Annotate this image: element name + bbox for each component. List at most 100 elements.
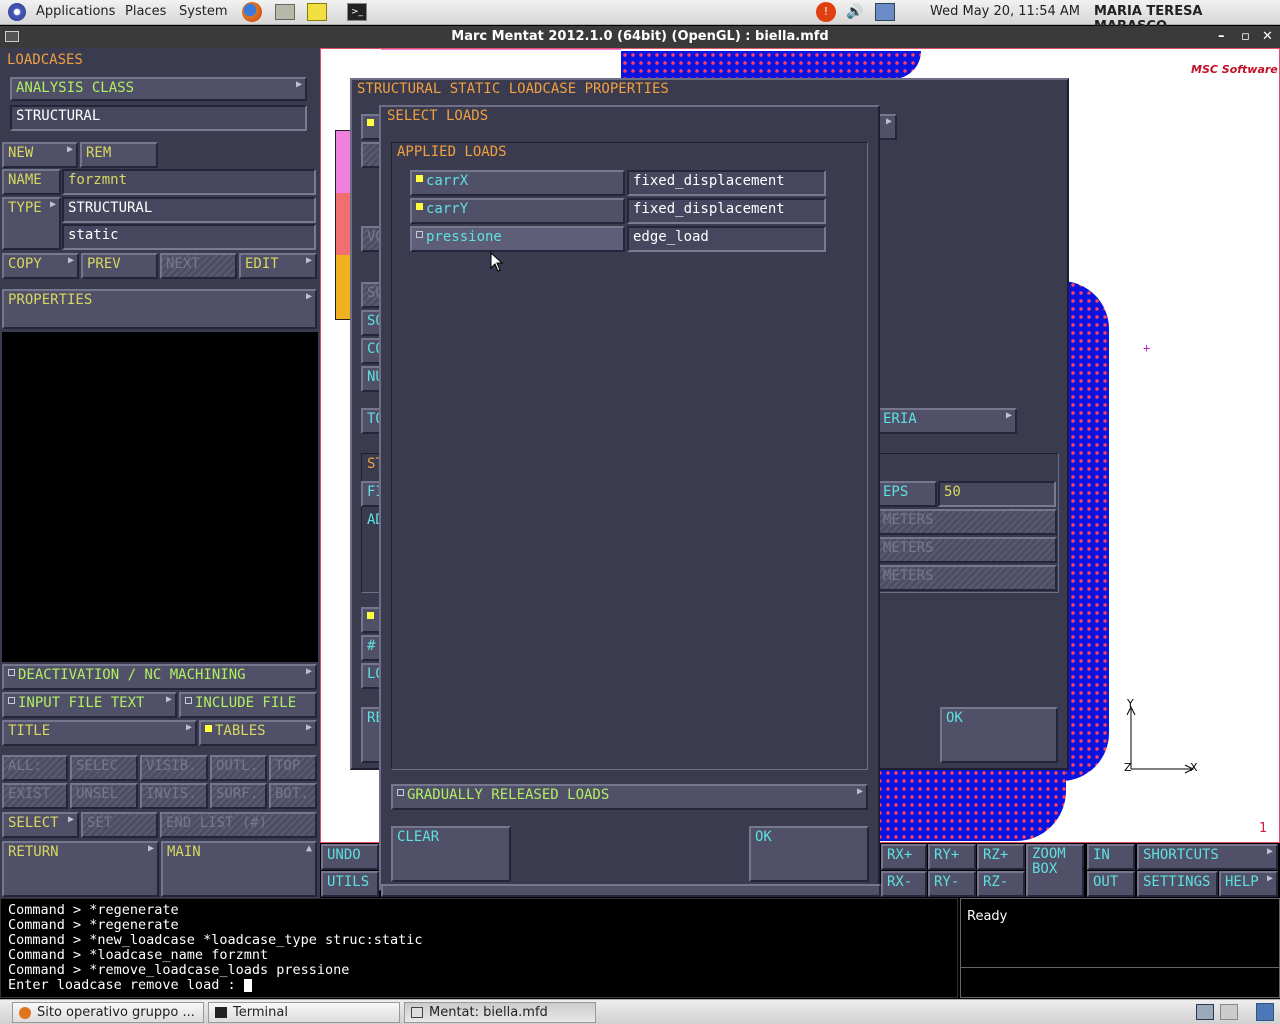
return-button[interactable]: RETURN ▶ — [2, 841, 159, 897]
properties-button[interactable]: PROPERTIES ▶ — [2, 289, 317, 329]
edit-button[interactable]: EDIT ▶ — [239, 253, 317, 279]
rotate-x-minus-button[interactable]: RX- — [881, 871, 927, 897]
zoom-in-button[interactable]: IN — [1087, 844, 1135, 870]
rotate-y-minus-button[interactable]: RY- — [928, 871, 976, 897]
end-list-button[interactable]: END LIST (#) — [160, 812, 317, 838]
window-titlebar[interactable]: Marc Mentat 2012.1.0 (64bit) (OpenGL) : … — [0, 26, 1280, 48]
volume-icon[interactable]: 🔊 — [846, 4, 863, 20]
bg-steps-button[interactable]: EPS — [877, 481, 937, 507]
taskbar-item-label: Sito operativo gruppo ... — [37, 1005, 195, 1020]
gnome-foot-icon[interactable] — [8, 3, 26, 21]
load-toggle-carrx[interactable]: carrX — [410, 170, 625, 196]
window-menu-icon[interactable] — [5, 31, 19, 42]
applications-menu[interactable]: Applications — [36, 4, 115, 19]
command-line: Command > *regenerate — [8, 917, 179, 933]
submenu-arrow-icon: ▶ — [49, 199, 56, 210]
taskbar-item-mentat[interactable]: Mentat: biella.mfd — [404, 1002, 596, 1023]
bg-ok-button[interactable]: OK — [940, 707, 1058, 763]
sel-top-button[interactable]: TOP — [269, 755, 317, 781]
network-icon[interactable] — [875, 3, 895, 21]
bg-parameters-button-3[interactable]: METERS — [877, 565, 1057, 591]
main-button[interactable]: MAIN ▲ — [161, 841, 317, 897]
bg-submenu-button[interactable]: ▶ — [877, 114, 897, 140]
sel-bot-button[interactable]: BOT. — [269, 783, 317, 809]
text-editor-icon[interactable] — [307, 3, 327, 21]
new-button[interactable]: NEW ▶ — [2, 142, 78, 168]
select-loads-dialog: SELECT LOADS APPLIED LOADS carrX fixed_d… — [379, 105, 880, 891]
command-prompt[interactable]: Enter loadcase remove load : — [8, 978, 950, 993]
maximize-icon[interactable]: ▫ — [1241, 26, 1250, 48]
include-file-button[interactable]: INCLUDE FILE — [179, 692, 317, 718]
next-button[interactable]: NEXT — [160, 253, 237, 279]
sel-all-button[interactable]: ALL: — [2, 755, 68, 781]
sel-outl-button[interactable]: OUTL. — [210, 755, 267, 781]
tables-button[interactable]: TABLES ▶ — [199, 720, 317, 746]
clear-button[interactable]: CLEAR — [391, 826, 511, 882]
bg-steps-field[interactable]: 50 — [938, 481, 1056, 507]
sel-surf-button[interactable]: SURF. — [210, 783, 267, 809]
sel-invis-button[interactable]: INVIS. — [140, 783, 208, 809]
rotate-y-plus-button[interactable]: RY+ — [928, 844, 976, 870]
shortcuts-button[interactable]: SHORTCUTS ▶ — [1137, 844, 1278, 870]
load-toggle-carry[interactable]: carrY — [410, 198, 625, 224]
name-button[interactable]: NAME — [2, 169, 61, 195]
load-toggle-pressione[interactable]: pressione — [410, 226, 625, 252]
update-notifier-icon[interactable]: ! — [816, 2, 836, 22]
submenu-arrow-icon: ▶ — [305, 722, 312, 733]
load-type-carrx: fixed_displacement — [627, 170, 826, 196]
ok-button[interactable]: OK — [749, 826, 869, 882]
prev-button[interactable]: PREV — [81, 253, 158, 279]
trash-icon[interactable] — [1256, 1003, 1274, 1021]
zoom-box-button[interactable]: ZOOM BOX — [1026, 844, 1084, 897]
sel-exist-button[interactable]: EXIST — [2, 783, 68, 809]
gradually-released-loads-button[interactable]: GRADUALLY RELEASED LOADS ▶ — [391, 784, 868, 810]
utils-button[interactable]: UTILS — [321, 871, 379, 897]
rotate-z-plus-button[interactable]: RZ+ — [977, 844, 1025, 870]
submenu-arrow-icon: ▶ — [165, 694, 172, 705]
axis-x-label: X — [1190, 761, 1198, 774]
zoom-out-button[interactable]: OUT — [1087, 871, 1135, 897]
sel-visib-button[interactable]: VISIB. — [140, 755, 208, 781]
checkbox-icon — [8, 668, 15, 676]
taskbar-item-terminal[interactable]: Terminal — [208, 1002, 400, 1023]
bg-parameters-button-1[interactable]: METERS — [877, 509, 1057, 535]
mesh-top — [621, 51, 921, 79]
checkbox-icon — [367, 118, 374, 126]
workspace-1-icon[interactable] — [1196, 1004, 1214, 1020]
up-arrow-icon: ▲ — [305, 843, 312, 854]
title-label: TITLE — [8, 723, 51, 739]
help-button[interactable]: HELP ▶ — [1219, 871, 1278, 897]
input-file-text-button[interactable]: INPUT FILE TEXT ▶ — [2, 692, 177, 718]
title-button[interactable]: TITLE ▶ — [2, 720, 197, 746]
settings-button[interactable]: SETTINGS — [1137, 871, 1218, 897]
sel-selec-button[interactable]: SELEC — [70, 755, 138, 781]
analysis-class-button[interactable]: ANALYSIS CLASS ▶ — [10, 77, 307, 101]
rotate-z-minus-button[interactable]: RZ- — [977, 871, 1025, 897]
workspace-2-icon[interactable] — [1220, 1004, 1238, 1020]
bg-parameters-button-2[interactable]: METERS — [877, 537, 1057, 563]
deactivation-button[interactable]: DEACTIVATION / NC MACHINING ▶ — [2, 664, 317, 690]
file-manager-icon[interactable] — [275, 4, 295, 20]
set-button[interactable]: SET — [81, 812, 158, 838]
select-button[interactable]: SELECT ▶ — [2, 812, 79, 838]
type-button[interactable]: TYPE ▶ — [2, 197, 61, 250]
clock[interactable]: Wed May 20, 11:54 AM — [930, 4, 1080, 19]
terminal-icon[interactable]: >_ — [347, 3, 367, 21]
rem-button[interactable]: REM — [80, 142, 158, 168]
firefox-icon[interactable] — [242, 2, 262, 22]
bg-criteria-button[interactable]: ERIA ▶ — [877, 408, 1017, 434]
close-icon[interactable]: ✕ — [1262, 26, 1273, 48]
box-label: BOX — [1032, 861, 1058, 877]
loadcase-name-field[interactable]: forzmnt — [62, 169, 316, 195]
undo-button[interactable]: UNDO — [321, 844, 379, 870]
places-menu[interactable]: Places — [125, 4, 166, 19]
taskbar-item-browser[interactable]: Sito operativo gruppo ... — [12, 1002, 204, 1023]
copy-button[interactable]: COPY ▶ — [2, 253, 79, 279]
sel-unsel-button[interactable]: UNSEL — [70, 783, 138, 809]
submenu-arrow-icon: ▶ — [885, 116, 892, 127]
submenu-arrow-icon: ▶ — [856, 786, 863, 797]
command-console[interactable]: Command > *regenerate Command > *regenera… — [0, 898, 958, 998]
system-menu[interactable]: System — [179, 4, 227, 19]
minimize-icon[interactable]: – — [1218, 26, 1225, 48]
rotate-x-plus-button[interactable]: RX+ — [881, 844, 927, 870]
